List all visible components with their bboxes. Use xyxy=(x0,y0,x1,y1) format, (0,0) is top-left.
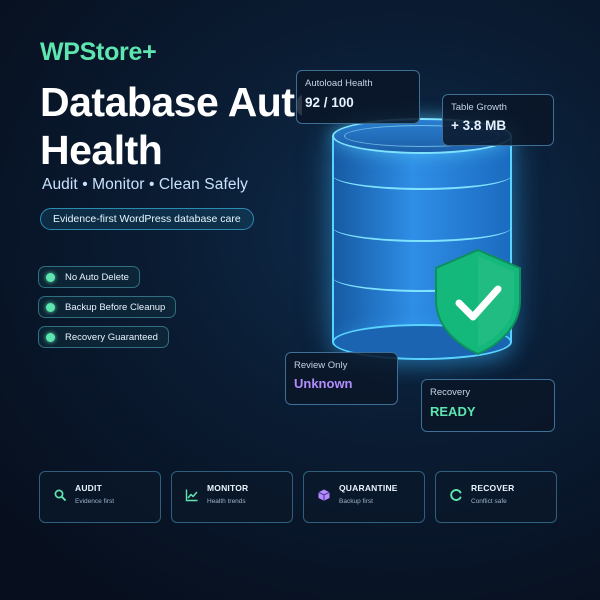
tile-monitor[interactable]: MONITOR Health trends xyxy=(171,471,293,523)
search-icon xyxy=(54,489,66,501)
status-dot-icon xyxy=(46,332,55,342)
recover-icon xyxy=(450,489,462,501)
card-value: 92 / 100 xyxy=(305,95,354,110)
database-ring xyxy=(332,212,512,242)
page-title: Database Autoload Health xyxy=(40,79,302,173)
tile-title: MONITOR xyxy=(207,483,249,493)
tile-quarantine[interactable]: QUARANTINE Backup first xyxy=(303,471,425,523)
tile-title: QUARANTINE xyxy=(339,483,398,493)
card-label: Table Growth xyxy=(451,102,507,113)
tile-subtitle: Evidence first xyxy=(75,498,115,505)
card-label: Recovery xyxy=(430,387,471,398)
tile-title: RECOVER xyxy=(471,483,515,493)
tile-recover[interactable]: RECOVER Conflict safe xyxy=(435,471,557,523)
trend-chart-icon xyxy=(185,489,198,502)
review-only-card: Review Only Unknown xyxy=(285,352,398,405)
card-label: Autoload Health xyxy=(305,78,373,89)
tile-subtitle: Health trends xyxy=(207,498,246,505)
box-icon xyxy=(318,489,330,501)
card-value: + 3.8 MB xyxy=(451,118,507,133)
tagline: Audit • Monitor • Clean Safely xyxy=(42,176,248,193)
feature-label: No Auto Delete xyxy=(65,271,129,283)
shield-check-icon xyxy=(435,248,521,356)
autoload-health-card: Autoload Health 92 / 100 xyxy=(296,70,420,124)
card-label: Review Only xyxy=(294,360,348,371)
feature-badge-backup: Backup Before Cleanup xyxy=(38,296,177,318)
tagline-pill: Evidence-first WordPress database care xyxy=(40,208,254,230)
database-ring xyxy=(332,160,512,190)
brand-logo: WPStore+ xyxy=(40,38,157,66)
feature-label: Recovery Guaranteed xyxy=(65,331,158,343)
tile-audit[interactable]: AUDIT Evidence first xyxy=(39,471,161,523)
feature-badge-no-auto-delete: No Auto Delete xyxy=(38,266,140,288)
card-value: READY xyxy=(430,404,476,419)
feature-list: No Auto Delete Backup Before Cleanup Rec… xyxy=(38,266,177,356)
status-dot-icon xyxy=(46,302,55,312)
recovery-card: Recovery READY xyxy=(421,379,555,432)
feature-badge-recovery: Recovery Guaranteed xyxy=(38,326,169,348)
feature-tiles: AUDIT Evidence first MONITOR Health tren… xyxy=(39,471,557,523)
tile-subtitle: Backup first xyxy=(339,498,373,505)
tile-title: AUDIT xyxy=(75,483,102,493)
feature-label: Backup Before Cleanup xyxy=(65,301,166,313)
table-growth-card: Table Growth + 3.8 MB xyxy=(442,94,554,146)
card-value: Unknown xyxy=(294,376,353,391)
tile-subtitle: Conflict safe xyxy=(471,498,507,505)
status-dot-icon xyxy=(46,272,55,282)
